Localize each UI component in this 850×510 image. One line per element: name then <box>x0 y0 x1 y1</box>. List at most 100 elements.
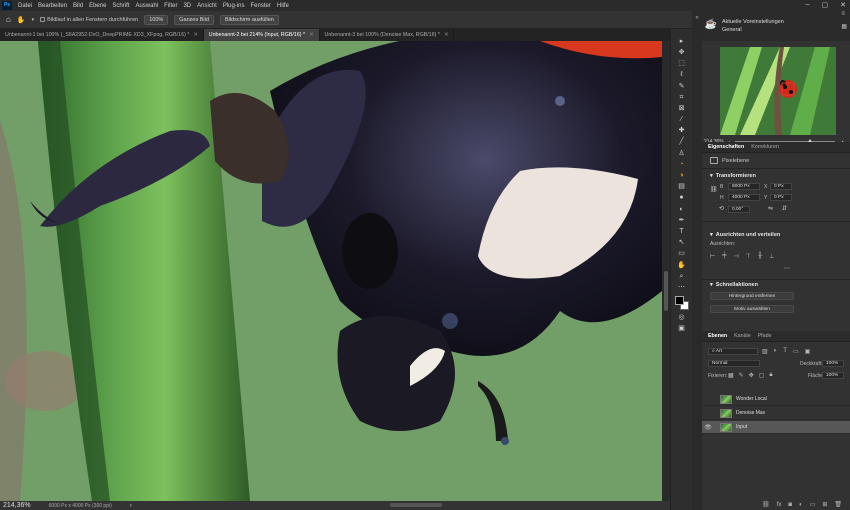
navigator-thumbnail[interactable] <box>720 47 836 135</box>
path-select-icon[interactable]: ↖ <box>676 238 688 247</box>
tab-pfade[interactable]: Pfade <box>758 333 772 339</box>
select-subject-button[interactable]: Motiv auswählen <box>710 305 794 313</box>
delete-layer-icon[interactable]: 🗑︎ <box>834 501 842 508</box>
checkbox-box[interactable] <box>40 17 46 22</box>
new-group-icon[interactable]: ▭ <box>810 501 816 508</box>
tab-unbenannt-1[interactable]: Unbenannt-1 bei 100% (_S6A2952-DxO_DeepP… <box>0 29 204 41</box>
maximize-icon[interactable]: ▢ <box>822 1 829 9</box>
height-field[interactable]: 4000 Px <box>728 194 760 201</box>
lock-pixels-icon[interactable]: ✎ <box>739 372 744 379</box>
fill-screen-button[interactable]: Bildschirm ausfüllen <box>219 14 279 25</box>
type-icon[interactable]: T <box>676 227 688 236</box>
menu-auswahl[interactable]: Auswahl <box>132 3 161 9</box>
panel-menu-icon[interactable]: ≡ <box>841 11 847 17</box>
hand-icon[interactable]: ✋ <box>676 261 688 270</box>
layer-row[interactable]: 👁︎ Input <box>702 421 850 434</box>
horizontal-scroll-thumb[interactable] <box>390 503 442 507</box>
menu-schrift[interactable]: Schrift <box>109 3 132 9</box>
transform-heading[interactable]: ▾ Transformieren <box>710 173 756 179</box>
align-top-icon[interactable]: ⊤ <box>746 253 751 260</box>
eraser-icon[interactable]: ◑ <box>676 171 688 180</box>
tab-kanaele[interactable]: Kanäle <box>734 333 751 339</box>
menu-3d[interactable]: 3D <box>180 3 194 9</box>
filter-type-icon[interactable]: T <box>783 348 787 355</box>
align-right-icon[interactable]: ⊣ <box>734 253 739 260</box>
close-tab-icon[interactable]: ✕ <box>309 32 313 38</box>
more-icon[interactable]: ⋯ <box>676 283 688 292</box>
lock-artboard-icon[interactable]: ▢ <box>759 372 765 379</box>
document-canvas[interactable] <box>0 41 662 501</box>
menu-filter[interactable]: Filter <box>161 3 180 9</box>
tab-ebenen[interactable]: Ebenen <box>708 333 727 339</box>
crop-icon[interactable]: ⌗ <box>676 93 688 102</box>
play-icon[interactable]: ▸ <box>676 37 688 46</box>
adjustment-layer-icon[interactable]: ◐ <box>799 502 803 508</box>
angle-field[interactable]: 0,00° <box>728 206 750 213</box>
vertical-scroll-thumb[interactable] <box>664 271 668 311</box>
tab-korrekturen[interactable]: Korrekturen <box>751 144 779 150</box>
filter-smart-icon[interactable]: ▣ <box>805 348 811 355</box>
history-brush-icon[interactable]: ◔ <box>676 160 688 169</box>
gradient-icon[interactable]: ▤ <box>676 182 688 191</box>
menu-bearbeiten[interactable]: Bearbeiten <box>35 3 70 9</box>
tab-unbenannt-3[interactable]: Unbenannt-3 bei 100% (Denoise Max, RGB/1… <box>320 29 455 41</box>
align-hcenter-icon[interactable]: ╪ <box>722 253 726 260</box>
layer-row[interactable]: Wonder Local <box>702 393 850 406</box>
blur-icon[interactable]: ● <box>676 194 688 203</box>
home-icon[interactable]: ⌂ <box>6 15 11 24</box>
menu-hilfe[interactable]: Hilfe <box>274 3 292 9</box>
opacity-field[interactable]: 100% <box>822 360 844 367</box>
zoom-100-button[interactable]: 100% <box>144 14 169 25</box>
link-layers-icon[interactable]: ⛓ <box>762 501 770 508</box>
fill-field[interactable]: 100% <box>822 372 844 379</box>
frame-icon[interactable]: ⊠ <box>676 104 688 113</box>
close-tab-icon[interactable]: ✕ <box>444 32 448 38</box>
spot-heal-icon[interactable]: ✚ <box>676 127 688 136</box>
layer-kind-filter[interactable]: ⌕ Art <box>708 348 758 355</box>
menu-datei[interactable]: Datei <box>15 3 35 9</box>
x-field[interactable]: 0 Px <box>770 183 792 190</box>
fit-screen-button[interactable]: Ganzes Bild <box>174 14 214 25</box>
flip-horizontal-icon[interactable]: ⇋ <box>768 205 773 212</box>
brush-icon[interactable]: ╱ <box>676 138 688 147</box>
remove-background-button[interactable]: Hintergrund entfernen <box>710 292 794 300</box>
y-field[interactable]: 0 Px <box>770 194 792 201</box>
menu-ansicht[interactable]: Ansicht <box>194 3 220 9</box>
screen-mode-icon[interactable]: ▣ <box>676 324 688 333</box>
menu-fenster[interactable]: Fenster <box>248 3 274 9</box>
layer-row[interactable]: Denoise Max <box>702 407 850 420</box>
new-layer-icon[interactable]: ⊞ <box>822 501 827 508</box>
align-bottom-icon[interactable]: ⊥ <box>769 253 774 260</box>
close-icon[interactable]: ✕ <box>840 1 846 9</box>
shape-icon[interactable]: ▭ <box>676 250 688 259</box>
width-field[interactable]: 6000 Px <box>728 183 760 190</box>
close-tab-icon[interactable]: ✕ <box>193 32 197 38</box>
lock-position-icon[interactable]: ✥ <box>749 372 754 379</box>
foreground-color-swatch[interactable] <box>674 296 684 306</box>
tab-eigenschaften[interactable]: Eigenschaften <box>708 144 744 150</box>
quick-mask-icon[interactable]: ◎ <box>676 313 688 322</box>
flip-vertical-icon[interactable]: ⇵ <box>782 205 787 212</box>
lock-all-icon[interactable]: 🔒︎ <box>769 372 772 379</box>
blend-mode-select[interactable]: Normal <box>708 360 760 367</box>
minimize-icon[interactable]: – <box>806 1 810 9</box>
status-caret-icon[interactable]: › <box>130 503 132 509</box>
menu-plugins[interactable]: Plug-ins <box>220 3 248 9</box>
filter-pixel-icon[interactable]: ▨ <box>762 348 768 355</box>
stamp-icon[interactable]: ♙ <box>676 149 688 158</box>
quick-actions-heading[interactable]: ▾ Schnellaktionen <box>710 282 758 288</box>
tab-unbenannt-2[interactable]: Unbenannt-2 bei 214% (Input, RGB/16) * ✕ <box>203 29 320 41</box>
lock-transparent-icon[interactable]: ▦ <box>728 372 734 379</box>
color-swatches[interactable] <box>674 296 689 311</box>
align-heading[interactable]: ▾ Ausrichten und verteilen <box>710 232 780 238</box>
add-mask-icon[interactable]: ◙ <box>788 502 792 508</box>
scroll-all-windows-checkbox[interactable]: Bildlauf in allen Fenstern durchführen <box>40 17 138 23</box>
filter-adjust-icon[interactable]: ◐ <box>774 348 778 355</box>
status-zoom[interactable]: 214,36% <box>3 502 31 509</box>
align-left-icon[interactable]: ⊢ <box>710 253 715 260</box>
vertical-scrollbar[interactable] <box>662 41 670 501</box>
eye-icon[interactable]: 👁︎ <box>702 424 714 431</box>
link-dimensions-icon[interactable]: ⛓ <box>710 186 718 193</box>
learn-icon[interactable]: ☕ <box>704 19 718 33</box>
zoom-icon[interactable]: ⌕ <box>676 272 688 281</box>
